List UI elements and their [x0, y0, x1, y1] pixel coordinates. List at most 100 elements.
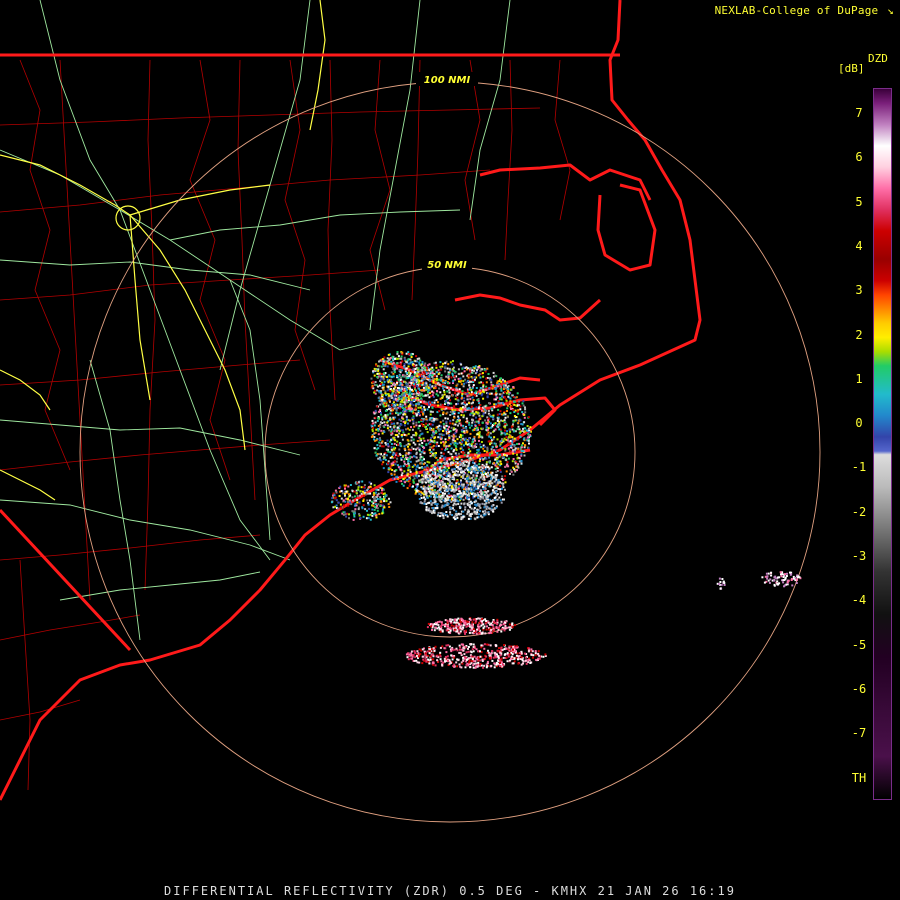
echo-pixel: [388, 358, 391, 361]
echo-pixel: [442, 383, 445, 386]
echo-pixel: [442, 419, 445, 422]
echo-pixel: [401, 482, 404, 485]
echo-pixel: [436, 484, 439, 487]
echo-pixel: [445, 644, 448, 647]
echo-pixel: [491, 659, 494, 662]
echo-pixel: [385, 448, 388, 451]
echo-pixel: [494, 474, 497, 477]
echo-pixel: [495, 471, 498, 473]
echo-pixel: [398, 430, 401, 433]
echo-pixel: [372, 422, 375, 425]
echo-pixel: [449, 629, 452, 632]
echo-pixel: [473, 376, 476, 379]
echo-pixel: [387, 460, 390, 463]
echo-pixel: [429, 443, 432, 446]
echo-pixel: [444, 380, 447, 383]
echo-pixel: [505, 392, 508, 395]
echo-pixel: [409, 359, 412, 362]
echo-pixel: [487, 440, 490, 443]
echo-pixel: [386, 376, 388, 378]
echo-pixel: [495, 644, 498, 647]
echo-pixel: [467, 517, 470, 520]
echo-pixel: [486, 395, 489, 398]
echo-pixel: [429, 423, 432, 426]
echo-pixel: [525, 662, 528, 665]
echo-pixel: [496, 653, 498, 656]
echo-pixel: [447, 439, 450, 441]
echo-pixel: [403, 393, 406, 396]
echo-pixel: [447, 451, 450, 454]
echo-pixel: [355, 492, 358, 495]
echo-pixel: [497, 426, 500, 429]
echo-pixel: [335, 499, 338, 502]
echo-pixel: [393, 470, 396, 473]
echo-pixel: [403, 388, 406, 391]
echo-pixel: [493, 449, 495, 452]
echo-pixel: [388, 399, 391, 402]
echo-pixel: [437, 445, 440, 447]
echo-pixel: [391, 412, 394, 415]
echo-pixel: [507, 655, 510, 658]
echo-pixel: [437, 373, 440, 375]
echo-pixel: [389, 440, 392, 443]
echo-pixel: [501, 477, 504, 480]
echo-pixel: [495, 386, 498, 389]
echo-pixel: [463, 430, 466, 433]
echo-pixel: [450, 426, 453, 429]
echo-pixel: [449, 508, 452, 511]
echo-pixel: [404, 454, 407, 457]
echo-pixel: [455, 394, 457, 397]
echo-pixel: [797, 575, 800, 578]
echo-pixel: [374, 514, 377, 517]
echo-pixel: [520, 453, 523, 456]
echo-pixel: [473, 489, 476, 492]
echo-pixel: [449, 419, 452, 422]
echo-pixel: [452, 625, 455, 628]
echo-pixel: [373, 384, 376, 386]
echo-pixel: [412, 447, 415, 450]
echo-pixel: [421, 389, 424, 392]
echo-pixel: [500, 463, 503, 465]
echo-pixel: [453, 410, 456, 413]
echo-pixel: [464, 629, 467, 632]
echo-pixel: [466, 455, 469, 458]
echo-pixel: [457, 392, 460, 395]
echo-pixel: [537, 652, 540, 655]
echo-pixel: [517, 447, 520, 450]
echo-pixel: [469, 504, 471, 506]
echo-pixel: [483, 647, 486, 650]
echo-pixel: [430, 468, 433, 471]
echo-pixel: [387, 467, 390, 470]
echo-pixel: [340, 497, 343, 500]
echo-pixel: [344, 487, 346, 490]
echo-pixel: [463, 397, 466, 400]
echo-pixel: [439, 421, 442, 424]
echo-pixel: [445, 407, 448, 410]
echo-pixel: [347, 501, 349, 503]
echo-pixel: [391, 355, 394, 358]
echo-pixel: [440, 441, 443, 444]
echo-pixel: [430, 503, 433, 506]
echo-pixel: [401, 438, 404, 441]
echo-pixel: [458, 490, 461, 493]
echo-pixel: [419, 458, 422, 461]
echo-pixel: [410, 449, 413, 452]
echo-pixel: [450, 447, 453, 450]
echo-pixel: [397, 378, 400, 381]
echo-pixel: [432, 467, 434, 470]
echo-pixel: [385, 454, 388, 457]
echo-pixel: [426, 364, 429, 367]
echo-pixel: [421, 408, 424, 410]
echo-pixel: [412, 383, 415, 386]
echo-pixel: [471, 512, 474, 515]
echo-pixel: [415, 465, 418, 468]
echo-pixel: [414, 395, 417, 398]
echo-pixel: [508, 649, 511, 652]
echo-pixel: [431, 410, 434, 413]
echo-pixel: [429, 487, 432, 490]
echo-pixel: [527, 658, 530, 661]
echo-pixel: [410, 356, 413, 358]
echo-pixel: [461, 429, 464, 431]
echo-pixel: [356, 495, 359, 497]
echo-pixel: [348, 513, 350, 516]
